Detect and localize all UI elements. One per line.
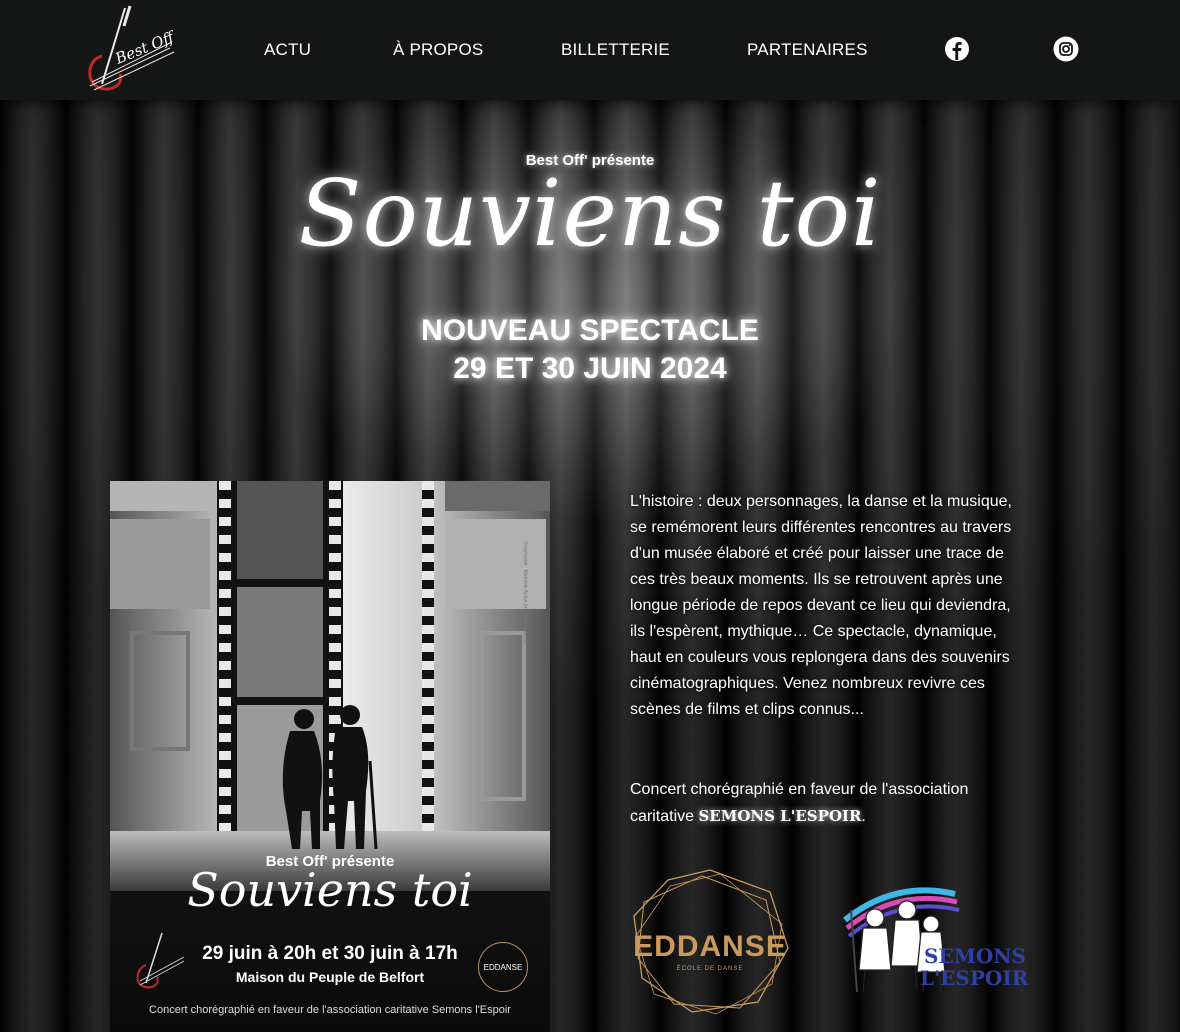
semons-name-line2: L'ESPOIR (920, 966, 1029, 990)
story-text: L'histoire : deux personnages, la danse … (630, 493, 1012, 718)
poster-title: Souviens toi (187, 863, 473, 917)
poster-photo (446, 519, 546, 609)
nav-billetterie[interactable]: BILLETTERIE (561, 40, 670, 60)
poster-eddanse-badge: EDDANSE (478, 942, 528, 992)
semons-name-line1: SEMONS (924, 944, 1026, 968)
concert-end: . (861, 808, 866, 825)
eddanse-subtitle: ÉCOLE DE DANSE (676, 966, 744, 972)
hero-subtitle-line2: 29 ET 30 JUIN 2024 (453, 352, 727, 385)
instagram-icon[interactable] (1053, 36, 1079, 62)
site-header: Best Off ACTU À PROPOS BILLETTERIE PARTE… (0, 0, 1180, 100)
hero-title: Souviens toi (298, 160, 882, 267)
poster-photo (110, 481, 215, 511)
nav-actu[interactable]: ACTU (264, 40, 311, 60)
poster-dates: 29 juin à 20h et 30 juin à 17h (202, 943, 458, 964)
nav-partenaires[interactable]: PARTENAIRES (747, 40, 868, 60)
nav-a-propos[interactable]: À PROPOS (393, 40, 483, 60)
poster-frame (130, 631, 190, 751)
poster-credit: Graphisme : Mathilde Ajdari (mathilde-aj… (522, 541, 528, 645)
poster-venue: Maison du Peuple de Belfort (235, 969, 425, 985)
poster-couple-silhouette (282, 705, 378, 850)
poster-frame (480, 631, 526, 801)
concert-text: Concert chorégraphié en faveur de l'asso… (630, 777, 1030, 830)
logo-text: Best Off (112, 27, 179, 68)
facebook-icon[interactable] (944, 36, 970, 62)
association-name: SEMONS L'ESPOIR (698, 807, 862, 825)
poster-photo (110, 519, 210, 609)
event-poster[interactable]: Best Off' présente Souviens toi 29 juin … (110, 481, 550, 1032)
poster-photo (445, 481, 550, 511)
poster-footer: Concert chorégraphié en faveur de l'asso… (149, 1004, 511, 1016)
hero-subtitle-line1: NOUVEAU SPECTACLE (421, 314, 759, 347)
eddanse-name: EDDANSE (633, 930, 787, 963)
best-off-logo[interactable]: Best Off (80, 4, 180, 98)
